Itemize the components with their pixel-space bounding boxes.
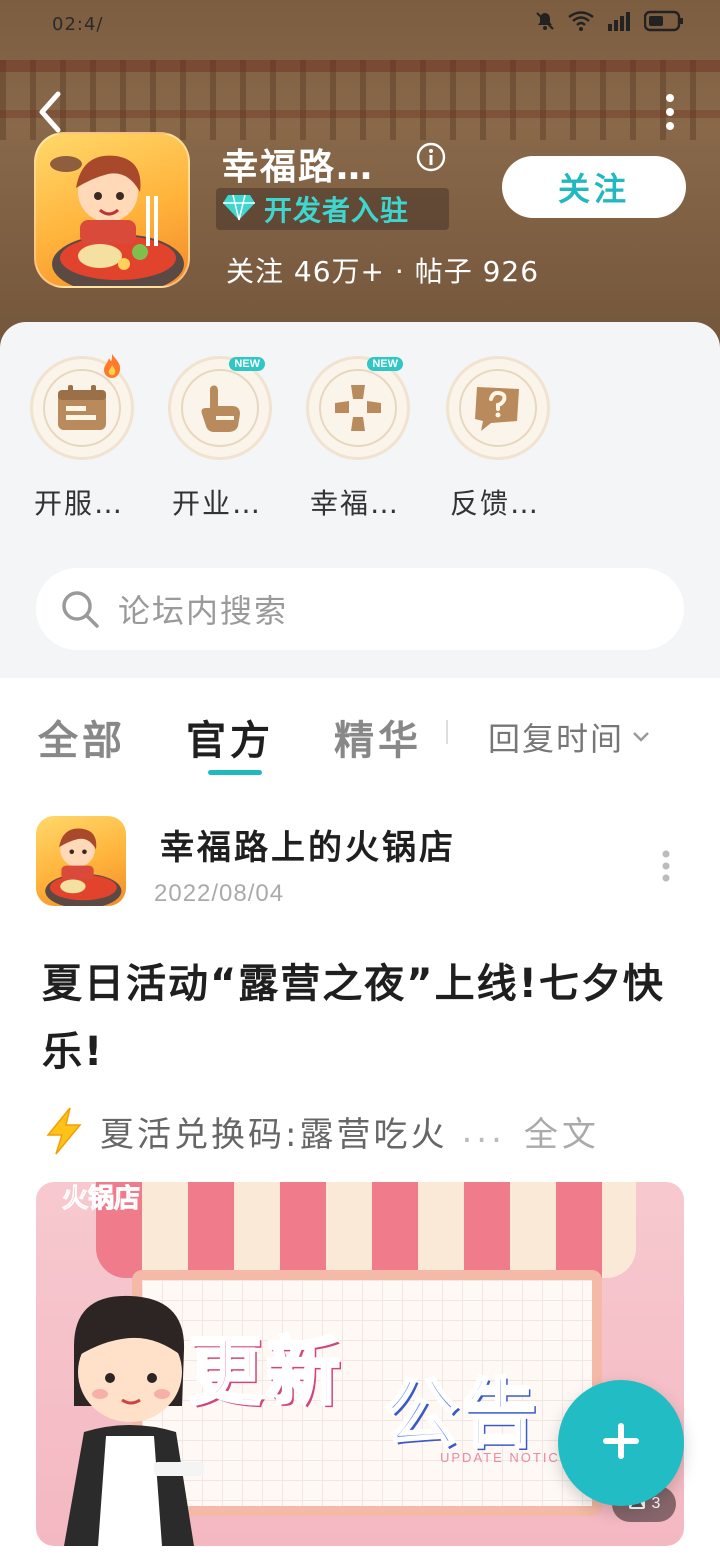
new-badge: NEW: [367, 357, 403, 371]
new-badge: NEW: [229, 357, 265, 371]
banner-title-notice: 公告: [383, 1370, 540, 1459]
tab-divider: [446, 720, 448, 744]
shortcut-feedback[interactable]: 反馈…: [446, 356, 550, 522]
shortcut-opening[interactable]: NEW 开业…: [168, 356, 272, 522]
search-icon: [58, 587, 102, 631]
diamond-icon: [222, 193, 256, 225]
search-placeholder: 论坛内搜索: [118, 592, 289, 630]
active-tab-indicator: [208, 770, 262, 775]
shortcut-server-open[interactable]: 开服…: [30, 353, 134, 522]
game-app-icon: [34, 132, 190, 288]
shortcut-icon-frame: [446, 356, 550, 460]
more-menu-icon[interactable]: [660, 92, 680, 132]
banner-logo: 火锅店: [61, 1184, 141, 1215]
author-avatar[interactable]: [36, 816, 126, 906]
banner-character-illustration: [44, 1286, 214, 1546]
shortcut-icon-frame: NEW: [306, 356, 410, 460]
status-time: 02:4/: [52, 14, 104, 35]
plus-icon: [599, 1419, 643, 1467]
status-bar: 02:4/: [0, 0, 720, 46]
sort-dropdown[interactable]: 回复时间: [488, 714, 650, 760]
hand-pointer-icon: [181, 369, 259, 447]
chevron-down-icon: [632, 728, 650, 747]
author-name[interactable]: 幸福路上的火锅店: [160, 820, 456, 869]
game-header: 02:4/ 幸福路… 开发者入驻 关注 关注 46万+ · 帖子 926: [0, 0, 720, 360]
wifi-icon: [568, 11, 594, 31]
new-post-button[interactable]: [558, 1380, 684, 1506]
shortcut-icon-frame: [30, 353, 134, 460]
shortcut-label: 开服…: [34, 487, 125, 520]
shortcut-icon-frame: NEW: [168, 356, 272, 460]
post-more-icon[interactable]: [654, 846, 678, 886]
forum-search-input[interactable]: 论坛内搜索: [36, 568, 684, 650]
sort-label: 回复时间: [488, 720, 625, 758]
post-title[interactable]: 夏日活动“露营之夜”上线!七夕快乐!: [42, 950, 682, 1086]
excerpt-text: 夏活兑换码:露营吃火: [100, 1114, 448, 1155]
back-arrow-icon[interactable]: [28, 88, 72, 136]
status-icons: [534, 10, 684, 32]
developer-badge-label: 开发者入驻: [264, 194, 410, 227]
full-text-link[interactable]: 全文: [524, 1107, 600, 1156]
banner-awning: [96, 1182, 636, 1278]
banner-subtitle: UPDATE NOTICE: [440, 1450, 571, 1465]
forum-shortcuts-panel: 开服… NEW 开业… NEW 幸福… 反馈… 论坛内搜索: [0, 322, 720, 678]
image-count: 3: [651, 1495, 661, 1512]
developer-badge: 开发者入驻: [216, 188, 450, 230]
follow-post-stats: 关注 46万+ · 帖子 926: [226, 255, 540, 288]
battery-icon: [644, 10, 684, 32]
excerpt-ellipsis: ...: [461, 1111, 506, 1151]
shortcut-label: 幸福…: [310, 487, 401, 520]
post-excerpt[interactable]: 夏活兑换码:露营吃火 ... 全文: [42, 1106, 682, 1156]
gamepad-icon: [319, 369, 397, 447]
tab-official[interactable]: 官方: [186, 708, 274, 766]
signal-icon: [606, 10, 632, 32]
follow-button[interactable]: 关注: [502, 156, 686, 218]
info-icon[interactable]: [416, 142, 446, 172]
shortcut-label: 反馈…: [450, 487, 541, 520]
mute-bell-icon: [534, 10, 556, 32]
forum-tabs: 全部 官方 精华 回复时间: [0, 678, 720, 788]
lightning-icon: [42, 1107, 86, 1155]
tab-all[interactable]: 全部: [38, 708, 126, 766]
tab-featured[interactable]: 精华: [334, 708, 422, 766]
post-date: 2022/08/04: [154, 880, 285, 907]
shortcut-happiness[interactable]: NEW 幸福…: [306, 356, 410, 522]
hot-fire-icon: [101, 353, 123, 379]
game-name: 幸福路…: [222, 147, 375, 188]
shortcut-label: 开业…: [172, 487, 263, 520]
calendar-icon: [43, 369, 121, 447]
question-icon: [459, 369, 537, 447]
